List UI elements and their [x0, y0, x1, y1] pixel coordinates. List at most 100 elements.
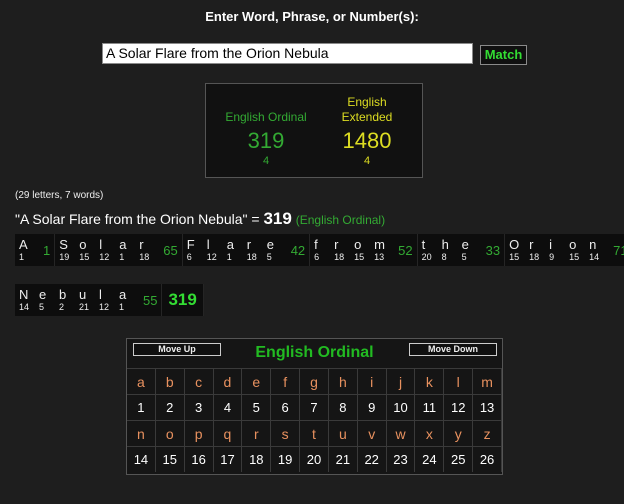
letter-value: m 13 [372, 237, 392, 263]
letter-number: 12 [206, 252, 217, 262]
chart-number-cell[interactable]: 19 [271, 446, 301, 472]
chart-number-cell[interactable]: 11 [415, 394, 445, 420]
chart-letter-cell[interactable]: i [357, 368, 387, 394]
chart-number-cell[interactable]: 12 [444, 394, 474, 420]
word-breakdown-row-2: N 14 e 5 b 2 u 21 l 12 a 1 55 319 [15, 284, 204, 316]
letter-number: 13 [374, 252, 385, 262]
letter-number: 15 [509, 252, 520, 262]
chart-number-cell[interactable]: 6 [271, 394, 301, 420]
chart-letter-cell[interactable]: h [328, 368, 358, 394]
chart-letter-cell[interactable]: u [328, 420, 358, 446]
letter-char: e [39, 287, 47, 302]
chart-number-cell[interactable]: 1 [127, 394, 156, 420]
letter-number: 21 [79, 302, 90, 312]
chart-letter-cell[interactable]: o [155, 420, 185, 446]
letter-number: 1 [19, 252, 25, 262]
letter-number: 6 [314, 252, 320, 262]
word-cell: t 20 h 8 e 5 33 [418, 234, 506, 266]
chart-letter-cell[interactable]: a [127, 368, 156, 394]
chart-number-cell[interactable]: 4 [213, 394, 243, 420]
chart-letter-cell[interactable]: x [415, 420, 445, 446]
chart-letter-cell[interactable]: c [184, 368, 214, 394]
chart-number-cell[interactable]: 3 [184, 394, 214, 420]
cipher-grid: a b c d e f g h i j k l m 1 2 3 4 5 6 7 8 9 10 11 12 13 n o p q r s t u v w… [127, 368, 502, 472]
letter-number: 5 [266, 252, 272, 262]
word-cell: S 19 o 15 l 12 a 1 r 18 65 [55, 234, 183, 266]
chart-number-cell[interactable]: 5 [242, 394, 272, 420]
letter-value: r 18 [137, 237, 157, 263]
letter-value: o 15 [77, 237, 97, 263]
chart-number-cell[interactable]: 25 [444, 446, 474, 472]
english-ordinal-column[interactable]: English Ordinal 319 4 [216, 110, 316, 167]
chart-number-cell[interactable]: 10 [386, 394, 416, 420]
letter-char: r [334, 237, 339, 252]
phrase-input[interactable]: A Solar Flare from the Orion Nebula [102, 43, 473, 64]
chart-letter-cell[interactable]: d [213, 368, 243, 394]
chart-letter-cell[interactable]: v [357, 420, 387, 446]
cipher-summary-box: English Ordinal 319 4 English Extended 1… [205, 83, 423, 178]
chart-letter-cell[interactable]: k [415, 368, 445, 394]
chart-letter-cell[interactable]: p [184, 420, 214, 446]
word-total: 33 [485, 242, 501, 258]
letter-value: r 18 [527, 237, 547, 263]
chart-number-cell[interactable]: 13 [473, 394, 502, 420]
chart-number-cell[interactable]: 8 [328, 394, 358, 420]
move-down-button[interactable]: Move Down [409, 343, 497, 356]
chart-letter-cell[interactable]: z [473, 420, 502, 446]
chart-letter-cell[interactable]: e [242, 368, 272, 394]
chart-number-cell[interactable]: 14 [127, 446, 156, 472]
chart-letter-cell[interactable]: t [300, 420, 329, 446]
chart-number-cell[interactable]: 21 [328, 446, 358, 472]
chart-letter-cell[interactable]: g [300, 368, 329, 394]
letter-char: a [119, 287, 127, 302]
english-extended-column[interactable]: English Extended 1480 4 [321, 95, 413, 167]
chart-number-cell[interactable]: 9 [357, 394, 387, 420]
english-extended-sub: 4 [363, 155, 371, 167]
chart-letter-cell[interactable]: l [444, 368, 474, 394]
letter-number: 12 [99, 302, 110, 312]
letter-char: f [314, 237, 318, 252]
chart-number-cell[interactable]: 15 [155, 446, 185, 472]
chart-letter-cell[interactable]: j [386, 368, 416, 394]
letter-char: r [139, 237, 144, 252]
grand-total: 319 [162, 284, 204, 316]
word-cell: N 14 e 5 b 2 u 21 l 12 a 1 55 [15, 284, 163, 316]
chart-number-cell[interactable]: 23 [386, 446, 416, 472]
chart-letter-cell[interactable]: q [213, 420, 243, 446]
chart-number-cell[interactable]: 7 [300, 394, 329, 420]
english-ordinal-sub: 4 [262, 155, 270, 167]
letter-char: o [354, 237, 362, 252]
word-breakdown-row-1: A 1 1 S 19 o 15 l 12 a 1 r 18 65 F 6 l 12 a 1 r 18 e 5 42 f 6 r 18 o 1… [15, 234, 624, 266]
chart-number-cell[interactable]: 2 [155, 394, 185, 420]
letter-value: O 15 [507, 237, 527, 263]
chart-number-cell[interactable]: 17 [213, 446, 243, 472]
chart-letter-cell[interactable]: r [242, 420, 272, 446]
chart-letter-cell[interactable]: f [271, 368, 301, 394]
chart-letter-cell[interactable]: b [155, 368, 185, 394]
chart-number-cell[interactable]: 22 [357, 446, 387, 472]
chart-number-cell[interactable]: 20 [300, 446, 329, 472]
letter-char: u [79, 287, 87, 302]
letter-value: f6 [312, 237, 332, 263]
chart-number-cell[interactable]: 18 [242, 446, 272, 472]
chart-letter-cell[interactable]: s [271, 420, 301, 446]
letter-char: N [19, 287, 29, 302]
letter-number: 15 [569, 252, 580, 262]
letter-number: 18 [529, 252, 540, 262]
chart-letter-cell[interactable]: m [473, 368, 502, 394]
chart-letter-cell[interactable]: y [444, 420, 474, 446]
letter-value: r 18 [332, 237, 352, 263]
word-total: 55 [143, 292, 158, 308]
chart-letter-cell[interactable]: n [127, 420, 156, 446]
letter-value: h8 [440, 237, 460, 263]
result-phrase: "A Solar Flare from the Orion Nebula" [15, 211, 248, 227]
letter-char: A [19, 237, 28, 252]
chart-letter-cell[interactable]: w [386, 420, 416, 446]
chart-number-cell[interactable]: 24 [415, 446, 445, 472]
word-letters: O 15 r 18 i 9 o 15 n 14 [505, 237, 609, 263]
result-line: "A Solar Flare from the Orion Nebula" = … [15, 209, 385, 229]
chart-number-cell[interactable]: 16 [184, 446, 214, 472]
chart-number-cell[interactable]: 26 [473, 446, 502, 472]
letter-value: o 15 [567, 237, 587, 263]
match-button[interactable]: Match [480, 45, 527, 65]
